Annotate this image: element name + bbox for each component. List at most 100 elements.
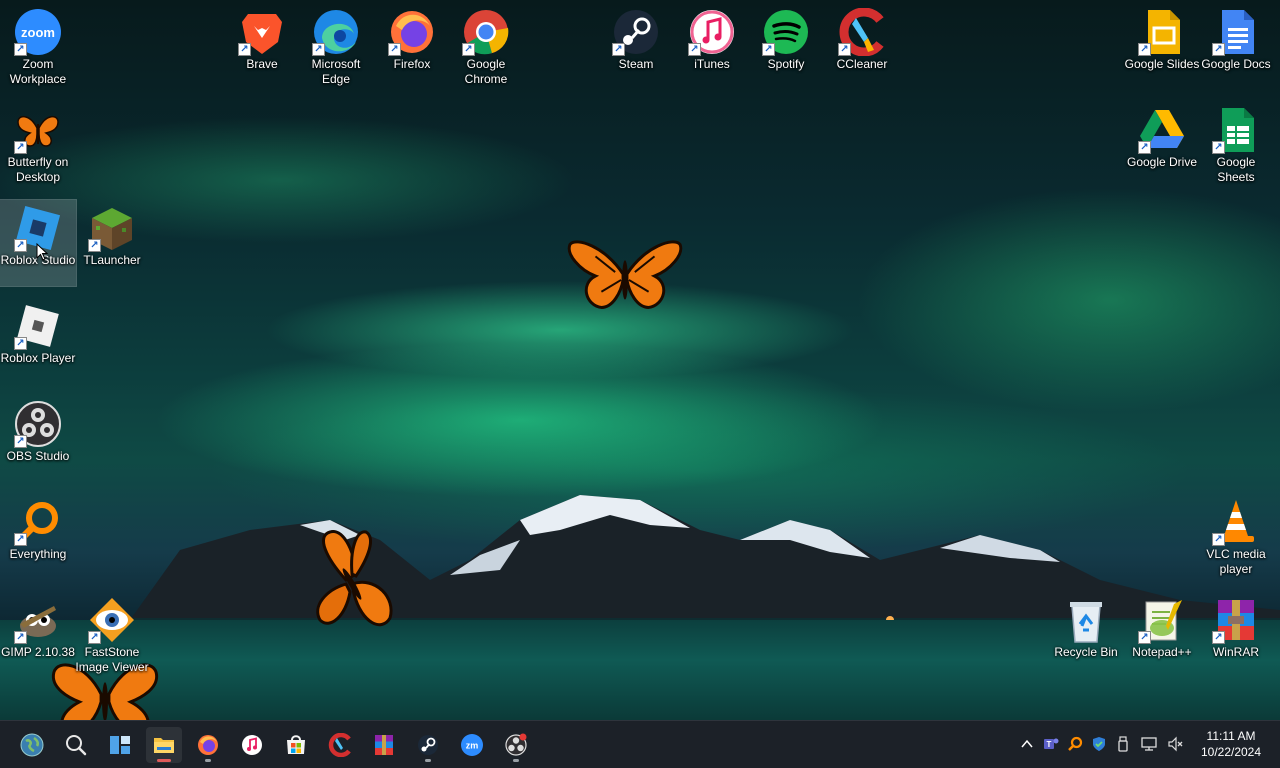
desktop-icon-itunes[interactable]: ↗ iTunes <box>674 4 750 72</box>
shortcut-arrow-icon: ↗ <box>688 43 701 56</box>
itunes-icon: ↗ <box>688 8 736 56</box>
desktop-icon-zoom[interactable]: zoom ↗ Zoom Workplace <box>0 4 76 87</box>
taskbar-steam[interactable] <box>410 727 446 763</box>
desktop[interactable]: zoom ↗ Zoom Workplace ↗ Butterfly on Des… <box>0 0 1280 768</box>
google-sheets-icon: ↗ <box>1212 106 1260 154</box>
winrar-books-icon <box>375 735 393 755</box>
steam-icon: ↗ <box>612 8 660 56</box>
zoom-icon: zm <box>461 734 483 756</box>
edge-icon: ↗ <box>312 8 360 56</box>
google-slides-icon: ↗ <box>1138 8 1186 56</box>
desktop-icon-gimp[interactable]: ↗ GIMP 2.10.38 <box>0 592 76 660</box>
clock-date: 10/22/2024 <box>1200 745 1262 759</box>
task-view-button[interactable] <box>102 727 138 763</box>
desktop-icon-steam[interactable]: ↗ Steam <box>598 4 674 72</box>
shortcut-arrow-icon: ↗ <box>312 43 325 56</box>
vlc-cone-icon: ↗ <box>1212 498 1260 546</box>
tray-network[interactable] <box>1140 735 1158 753</box>
gimp-icon: ↗ <box>14 596 62 644</box>
desktop-icon-notepadpp[interactable]: ↗ Notepad++ <box>1124 592 1200 660</box>
faststone-eye-icon: ↗ <box>88 596 136 644</box>
running-indicator <box>157 759 171 762</box>
shortcut-arrow-icon: ↗ <box>838 43 851 56</box>
desktop-icon-roblox-player[interactable]: ↗ Roblox Player <box>0 298 76 366</box>
shortcut-arrow-icon: ↗ <box>388 43 401 56</box>
taskbar-itunes[interactable] <box>234 727 270 763</box>
shortcut-arrow-icon: ↗ <box>762 43 775 56</box>
desktop-icon-brave[interactable]: ↗ Brave <box>224 4 300 72</box>
shortcut-arrow-icon: ↗ <box>612 43 625 56</box>
tray-volume[interactable] <box>1166 735 1184 753</box>
desktop-icon-recycle-bin[interactable]: Recycle Bin <box>1048 592 1124 660</box>
shortcut-arrow-icon: ↗ <box>14 337 27 350</box>
desktop-icon-tlauncher[interactable]: ↗ TLauncher <box>74 200 150 268</box>
obs-studio-icon: ↗ <box>14 400 62 448</box>
shortcut-arrow-icon: ↗ <box>1212 631 1225 644</box>
tray-defender[interactable] <box>1090 735 1108 753</box>
desktop-icon-everything[interactable]: ↗ Everything <box>0 494 76 562</box>
desktop-icon-faststone[interactable]: ↗ FastStone Image Viewer <box>74 592 150 675</box>
spotify-icon: ↗ <box>762 8 810 56</box>
network-icon <box>1141 737 1157 751</box>
ccleaner-icon <box>328 733 351 757</box>
taskbar-microsoft-store[interactable] <box>278 727 314 763</box>
desktop-icon-obs-studio[interactable]: ↗ OBS Studio <box>0 396 76 464</box>
running-indicator <box>425 759 431 762</box>
shield-icon <box>1093 737 1105 751</box>
notepadpp-icon: ↗ <box>1138 596 1186 644</box>
taskbar-winrar[interactable] <box>366 727 402 763</box>
magnifier-icon <box>1068 736 1083 751</box>
tray-teams[interactable]: T <box>1042 735 1060 753</box>
shortcut-arrow-icon: ↗ <box>238 43 251 56</box>
search-button[interactable] <box>58 727 94 763</box>
desktop-icon-google-docs[interactable]: ↗ Google Docs <box>1198 4 1274 72</box>
clock-time: 11:11 AM <box>1206 729 1256 743</box>
taskbar-zoom[interactable]: zm <box>454 727 490 763</box>
taskbar-clock[interactable]: 11:11 AM 10/22/2024 <box>1196 728 1266 760</box>
minecraft-block-icon: ↗ <box>88 204 136 252</box>
chrome-icon: ↗ <box>462 8 510 56</box>
firefox-icon <box>198 735 218 755</box>
taskbar-firefox[interactable] <box>190 727 226 763</box>
start-button[interactable] <box>14 727 50 763</box>
desktop-icon-ccleaner[interactable]: ↗ CCleaner <box>824 4 900 72</box>
shortcut-arrow-icon: ↗ <box>1212 141 1225 154</box>
roblox-player-icon: ↗ <box>14 302 62 350</box>
shortcut-arrow-icon: ↗ <box>14 43 27 56</box>
shortcut-arrow-icon: ↗ <box>462 43 475 56</box>
chevron-up-icon <box>1021 739 1033 748</box>
taskbar-obs-studio[interactable] <box>498 727 534 763</box>
butterfly-sprite <box>567 240 683 309</box>
shortcut-arrow-icon: ↗ <box>14 533 27 546</box>
volume-muted-icon <box>1168 736 1183 752</box>
brave-lion-icon: ↗ <box>238 8 286 56</box>
butterfly-icon: ↗ <box>14 106 62 154</box>
tray-everything[interactable] <box>1066 735 1084 753</box>
desktop-icon-google-sheets[interactable]: ↗ Google Sheets <box>1198 102 1274 185</box>
search-icon <box>66 735 87 756</box>
taskbar-file-explorer[interactable] <box>146 727 182 763</box>
firefox-icon: ↗ <box>388 8 436 56</box>
desktop-icon-butterfly[interactable]: ↗ Butterfly on Desktop <box>0 102 76 185</box>
desktop-icon-google-drive[interactable]: ↗ Google Drive <box>1124 102 1200 170</box>
shortcut-arrow-icon: ↗ <box>88 239 101 252</box>
shortcut-arrow-icon: ↗ <box>14 631 27 644</box>
desktop-icon-google-slides[interactable]: ↗ Google Slides <box>1124 4 1200 72</box>
taskbar-ccleaner[interactable] <box>322 727 358 763</box>
tray-usb[interactable] <box>1114 735 1132 753</box>
desktop-icon-edge[interactable]: ↗ Microsoft Edge <box>298 4 374 87</box>
desktop-icon-winrar[interactable]: ↗ WinRAR <box>1198 592 1274 660</box>
usb-drive-icon <box>1118 736 1128 752</box>
teams-icon: T <box>1044 738 1059 749</box>
desktop-icon-spotify[interactable]: ↗ Spotify <box>748 4 824 72</box>
desktop-icon-chrome[interactable]: ↗ Google Chrome <box>448 4 524 87</box>
desktop-icon-firefox[interactable]: ↗ Firefox <box>374 4 450 72</box>
zoom-icon: zoom ↗ <box>14 8 62 56</box>
recycle-bin-icon <box>1062 596 1110 644</box>
butterfly-sprite <box>316 530 393 627</box>
svg-text:zoom: zoom <box>21 25 55 40</box>
shortcut-arrow-icon: ↗ <box>14 239 27 252</box>
desktop-icon-vlc[interactable]: ↗ VLC media player <box>1198 494 1274 577</box>
running-indicator <box>205 759 211 762</box>
show-hidden-icons-button[interactable] <box>1018 735 1036 753</box>
